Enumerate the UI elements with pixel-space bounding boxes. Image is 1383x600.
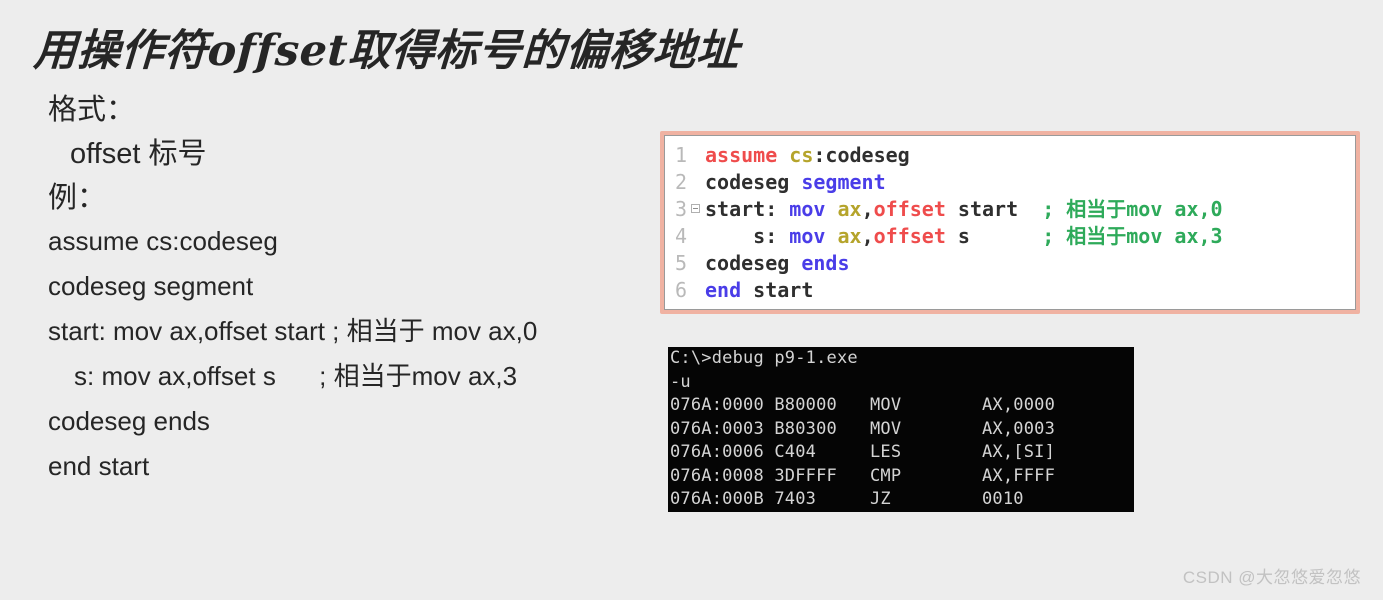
code-line-text: codeseg segment bbox=[705, 169, 1355, 196]
body-line: assume cs:codeseg bbox=[48, 226, 278, 256]
code-line-text: end start bbox=[705, 277, 1355, 304]
code-token: offset bbox=[873, 224, 946, 248]
code-line[interactable]: 4 s: mov ax,offset s ; 相当于mov ax,3 bbox=[665, 223, 1355, 250]
code-token: ; 相当于mov ax,0 bbox=[1042, 197, 1223, 221]
disassembly-address: 076A:000B 7403 bbox=[670, 489, 817, 509]
body-text-column: 格式： offset 标号 例： assume cs:codeseg codes… bbox=[48, 96, 648, 498]
disassembly-address: 076A:0000 B80000 bbox=[670, 395, 837, 415]
console-output: C:\>debug p9-1.exe -u 076A:0000 B80000 MOV A… bbox=[668, 347, 1134, 512]
code-line-number: 5 bbox=[674, 251, 687, 275]
body-line: codeseg ends bbox=[48, 406, 210, 436]
code-token: s bbox=[945, 224, 1043, 248]
page-title: 用操作符offset取得标号的偏移地址 bbox=[32, 26, 741, 76]
body-line: 例： bbox=[48, 182, 107, 214]
csdn-watermark: CSDN @大忽悠爱忽悠 bbox=[1182, 568, 1361, 587]
disassembly-address: 076A:0003 B80300 bbox=[670, 418, 837, 439]
disassembly-row: 076A:000B 7403 JZ 0010 bbox=[668, 488, 1134, 512]
code-line-text: codeseg ends bbox=[705, 250, 1355, 277]
code-line-text: start: mov ax,offset start ; 相当于mov ax,0 bbox=[705, 196, 1355, 223]
code-token: start: bbox=[705, 197, 790, 221]
disassembly-row: 076A:0003 B80300 MOV AX,0003 bbox=[668, 418, 1134, 442]
code-token: assume bbox=[705, 143, 778, 167]
code-token: codeseg bbox=[705, 170, 802, 194]
body-line: offset 标号 bbox=[70, 138, 207, 170]
code-token: segment bbox=[801, 170, 886, 194]
code-line[interactable]: 5 codeseg ends bbox=[665, 250, 1355, 277]
body-line: start: mov ax,offset start ; 相当于 mov ax,… bbox=[48, 316, 538, 346]
disassembly-operands: AX,0000 bbox=[982, 395, 1056, 415]
console-prompt-line: C:\>debug p9-1.exe bbox=[670, 348, 858, 368]
code-line-number: 3 bbox=[674, 197, 687, 221]
code-token: cs bbox=[789, 143, 814, 167]
code-token: start bbox=[945, 197, 1043, 221]
code-line-number: 6 bbox=[674, 278, 687, 302]
code-token: mov bbox=[789, 197, 826, 221]
code-line-number: 1 bbox=[674, 143, 687, 167]
code-line-text: assume cs:codeseg bbox=[705, 142, 1355, 169]
code-token: end bbox=[705, 278, 742, 302]
code-line-text: s: mov ax,offset s ; 相当于mov ax,3 bbox=[705, 223, 1355, 250]
console-prompt-line: -u bbox=[670, 371, 691, 392]
body-line: 格式： bbox=[48, 94, 136, 126]
disassembly-mnemonic: MOV bbox=[870, 418, 902, 439]
code-token: :codeseg bbox=[813, 143, 910, 167]
code-token: , bbox=[861, 197, 874, 221]
code-line[interactable]: 1 assume cs:codeseg bbox=[665, 142, 1355, 169]
code-token: ends bbox=[801, 251, 850, 275]
code-line-number: 4 bbox=[674, 224, 687, 248]
code-token: ; 相当于mov ax,3 bbox=[1042, 224, 1223, 248]
disassembly-mnemonic: CMP bbox=[870, 465, 902, 486]
disassembly-operands: AX,0003 bbox=[982, 418, 1056, 439]
disassembly-address: 076A:0006 C404 bbox=[670, 442, 817, 462]
disassembly-address: 076A:0008 3DFFFF bbox=[670, 465, 837, 486]
code-token: ax bbox=[837, 224, 862, 248]
code-line-number: 2 bbox=[674, 170, 687, 194]
disassembly-row: 076A:0006 C404 LES AX,[SI] bbox=[668, 441, 1134, 465]
code-token: ax bbox=[837, 197, 862, 221]
code-editor-panel: 1 assume cs:codeseg 2 codeseg segment 3 start… bbox=[660, 131, 1360, 314]
code-token: offset bbox=[873, 197, 946, 221]
code-token: mov bbox=[789, 224, 826, 248]
disassembly-mnemonic: JZ bbox=[870, 489, 891, 509]
disassembly-row: 076A:0008 3DFFFF CMP AX,FFFF bbox=[668, 465, 1134, 489]
code-editor-surface[interactable]: 1 assume cs:codeseg 2 codeseg segment 3 start… bbox=[664, 135, 1356, 310]
body-line: s: mov ax,offset s ; 相当于mov ax,3 bbox=[74, 361, 518, 391]
disassembly-operands: AX,FFFF bbox=[982, 465, 1056, 486]
body-line: end start bbox=[48, 451, 150, 481]
disassembly-row: 076A:0000 B80000 MOV AX,0000 bbox=[668, 394, 1134, 418]
disassembly-operands: 0010 bbox=[982, 489, 1024, 509]
disassembly-mnemonic: MOV bbox=[870, 395, 902, 415]
code-token: codeseg bbox=[705, 251, 802, 275]
disassembly-mnemonic: LES bbox=[870, 442, 902, 462]
dos-debug-console: C:\>debug p9-1.exe -u 076A:0000 B80000 MOV A… bbox=[668, 347, 1134, 512]
code-line-list: 1 assume cs:codeseg 2 codeseg segment 3 start… bbox=[665, 142, 1355, 304]
code-token: , bbox=[861, 224, 874, 248]
disassembly-operands: AX,[SI] bbox=[982, 442, 1056, 462]
code-line[interactable]: 6 end start bbox=[665, 277, 1355, 304]
code-line[interactable]: 3 start: mov ax,offset start ; 相当于mov ax,… bbox=[665, 196, 1355, 223]
code-token: start bbox=[741, 278, 814, 302]
code-line[interactable]: 2 codeseg segment bbox=[665, 169, 1355, 196]
body-line: codeseg segment bbox=[48, 271, 254, 301]
code-token: s: bbox=[705, 224, 790, 248]
